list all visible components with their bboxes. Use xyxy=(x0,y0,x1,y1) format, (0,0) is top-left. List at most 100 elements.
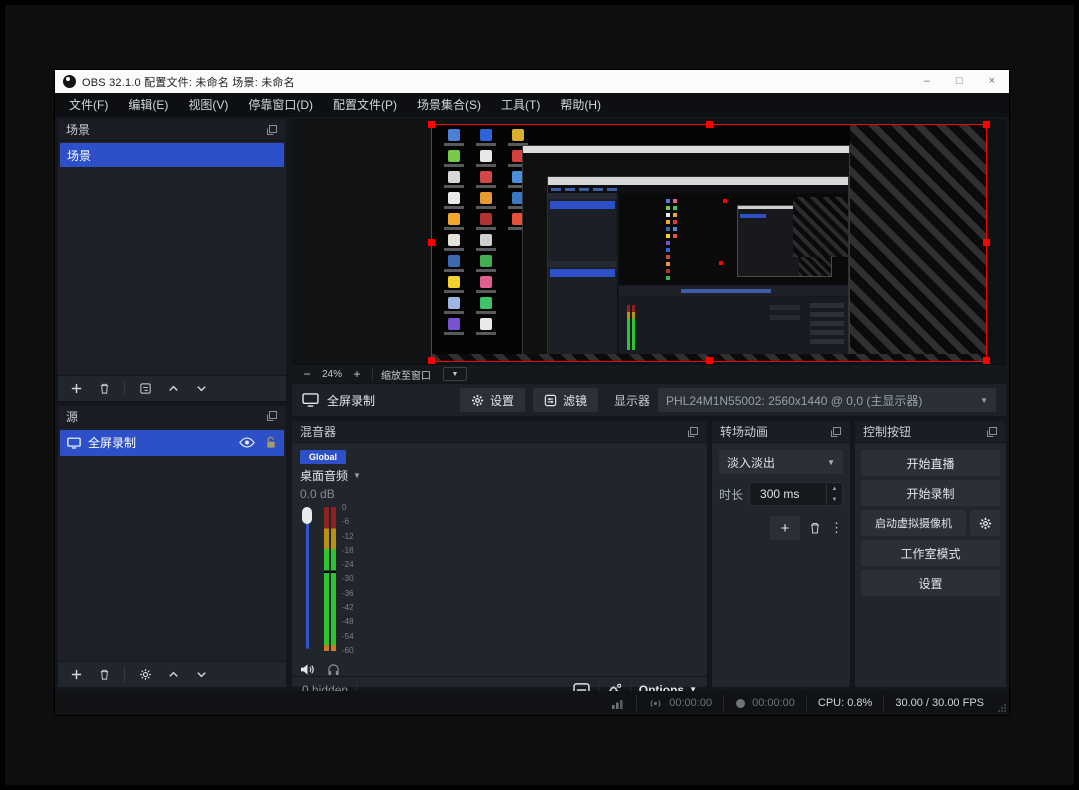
menu-item[interactable]: 编辑(E) xyxy=(118,93,178,117)
cpu-usage: CPU: 0.8% xyxy=(806,695,883,711)
menubar: 文件(F)编辑(E)视图(V)停靠窗口(D)配置文件(P)场景集合(S)工具(T… xyxy=(55,93,1009,117)
start-virtual-camera-button[interactable]: 启动虚拟摄像机 xyxy=(861,510,966,536)
source-settings-button[interactable]: 设置 xyxy=(460,388,525,412)
selection-handle[interactable] xyxy=(428,357,435,364)
mixer-tab-global[interactable]: Global xyxy=(300,450,346,464)
recursive-meter xyxy=(627,305,630,350)
selection-handle[interactable] xyxy=(428,121,435,128)
selection-handle[interactable] xyxy=(428,239,435,246)
remove-source-button[interactable] xyxy=(92,664,116,686)
studio-mode-button[interactable]: 工作室模式 xyxy=(861,540,1000,566)
scenes-toolbar xyxy=(58,375,286,401)
move-source-up-button[interactable] xyxy=(161,664,185,686)
start-streaming-button[interactable]: 开始直播 xyxy=(861,450,1000,476)
lock-icon[interactable] xyxy=(265,436,277,449)
center-column: − 24% + 缩放至窗口 ▼ 全屏录制 设置 xyxy=(292,119,1006,687)
menu-item[interactable]: 停靠窗口(D) xyxy=(238,93,323,117)
menu-item[interactable]: 帮助(H) xyxy=(550,93,611,117)
mixer-channel-selector[interactable]: 桌面音频 ▼ xyxy=(300,467,707,484)
selection-handle[interactable] xyxy=(706,121,713,128)
dock-popout-icon[interactable] xyxy=(266,124,278,136)
toolbar-separator xyxy=(124,667,125,683)
source-item[interactable]: 全屏录制 xyxy=(60,430,284,456)
preview-canvas[interactable] xyxy=(292,119,1006,364)
menu-item[interactable]: 工具(T) xyxy=(491,93,550,117)
zoom-out-button[interactable]: − xyxy=(300,368,314,380)
minimize-button[interactable]: – xyxy=(924,76,930,87)
zoom-fit-label: 缩放至窗口 xyxy=(381,367,431,382)
headphones-icon[interactable] xyxy=(327,663,340,676)
recursive-selection-handle xyxy=(719,261,723,265)
resize-grip[interactable] xyxy=(998,704,1006,712)
slider-thumb[interactable] xyxy=(302,507,312,524)
source-properties-button[interactable] xyxy=(133,664,157,686)
desktop-icon xyxy=(438,276,470,296)
menu-item[interactable]: 视图(V) xyxy=(178,93,238,117)
move-source-down-button[interactable] xyxy=(189,664,213,686)
scenes-dock-header: 场景 xyxy=(58,119,286,141)
duration-increase-button[interactable]: ▲ xyxy=(827,483,842,494)
stream-status: 00:00:00 xyxy=(636,695,723,711)
duration-decrease-button[interactable]: ▼ xyxy=(827,494,842,505)
selection-handle[interactable] xyxy=(983,239,990,246)
dock-popout-icon[interactable] xyxy=(986,426,998,438)
add-scene-button[interactable] xyxy=(64,377,88,399)
menu-item[interactable]: 场景集合(S) xyxy=(407,93,491,117)
chevron-down-icon: ▼ xyxy=(980,396,988,405)
dock-popout-icon[interactable] xyxy=(830,426,842,438)
menu-item[interactable]: 文件(F) xyxy=(59,93,118,117)
desktop-icon-mini xyxy=(666,213,670,217)
speaker-icon[interactable] xyxy=(300,663,315,676)
meter-bars xyxy=(324,507,336,651)
selection-handle[interactable] xyxy=(706,357,713,364)
controls-dock: 控制按钮 开始直播 开始录制 启动虚拟摄像机 xyxy=(855,421,1006,687)
remove-transition-button[interactable] xyxy=(808,521,822,535)
maximize-button[interactable]: □ xyxy=(956,76,963,87)
filters-icon xyxy=(544,394,557,407)
scene-item[interactable]: 场景 xyxy=(60,143,284,167)
scene-filters-button[interactable] xyxy=(133,377,157,399)
recursive-preview xyxy=(619,193,848,285)
desktop-icon-mini xyxy=(666,220,670,224)
remove-scene-button[interactable] xyxy=(92,377,116,399)
settings-button[interactable]: 设置 xyxy=(861,570,1000,596)
recursive-desktop-icons xyxy=(666,199,688,283)
move-scene-down-button[interactable] xyxy=(189,377,213,399)
titlebar[interactable]: OBS 32.1.0 配置文件: 未命名 场景: 未命名 – □ × xyxy=(55,70,1009,93)
desktop-icon xyxy=(470,234,502,254)
visibility-eye-icon[interactable] xyxy=(239,437,255,448)
move-scene-up-button[interactable] xyxy=(161,377,185,399)
source-selection-box[interactable] xyxy=(431,124,987,362)
dock-popout-icon[interactable] xyxy=(266,410,278,422)
selection-handle[interactable] xyxy=(983,357,990,364)
obs-logo-icon xyxy=(63,75,76,88)
duration-input[interactable]: 300 ms ▲ ▼ xyxy=(749,482,843,506)
volume-slider[interactable] xyxy=(302,507,312,649)
display-selector-label: 显示器 xyxy=(614,392,650,409)
desktop-icon xyxy=(438,171,470,191)
desktop-icon xyxy=(470,297,502,317)
mixer-volume-db: 0.0 dB xyxy=(300,487,707,501)
selection-handle[interactable] xyxy=(983,121,990,128)
controls-body: 开始直播 开始录制 启动虚拟摄像机 工作室模式 设置 xyxy=(855,443,1006,603)
add-transition-button[interactable]: + xyxy=(770,516,800,540)
mixer-channel-name: 桌面音频 xyxy=(300,467,348,484)
menu-item[interactable]: 配置文件(P) xyxy=(323,93,407,117)
close-button[interactable]: × xyxy=(989,76,995,87)
toolbar-separator xyxy=(372,368,373,380)
start-recording-button[interactable]: 开始录制 xyxy=(861,480,1000,506)
virtual-camera-settings-button[interactable] xyxy=(970,510,1000,536)
desktop-icon-mini xyxy=(666,269,670,273)
display-selector-dropdown[interactable]: PHL24M1N55002: 2560x1440 @ 0,0 (主显示器) ▼ xyxy=(658,388,996,412)
dock-popout-icon[interactable] xyxy=(687,426,699,438)
zoom-preset-dropdown[interactable]: ▼ xyxy=(443,367,467,381)
zoom-in-button[interactable]: + xyxy=(350,368,364,380)
transition-menu-button[interactable]: ⋮ xyxy=(830,520,843,536)
source-filters-button[interactable]: 滤镜 xyxy=(533,388,598,412)
add-source-button[interactable] xyxy=(64,664,88,686)
transition-select[interactable]: 淡入淡出 ▼ xyxy=(719,450,843,474)
sources-list: 全屏录制 xyxy=(58,428,286,662)
meter-scale-tick: -30 xyxy=(342,575,354,583)
desktop-icon xyxy=(438,129,470,149)
window-title: OBS 32.1.0 配置文件: 未命名 场景: 未命名 xyxy=(82,74,295,90)
